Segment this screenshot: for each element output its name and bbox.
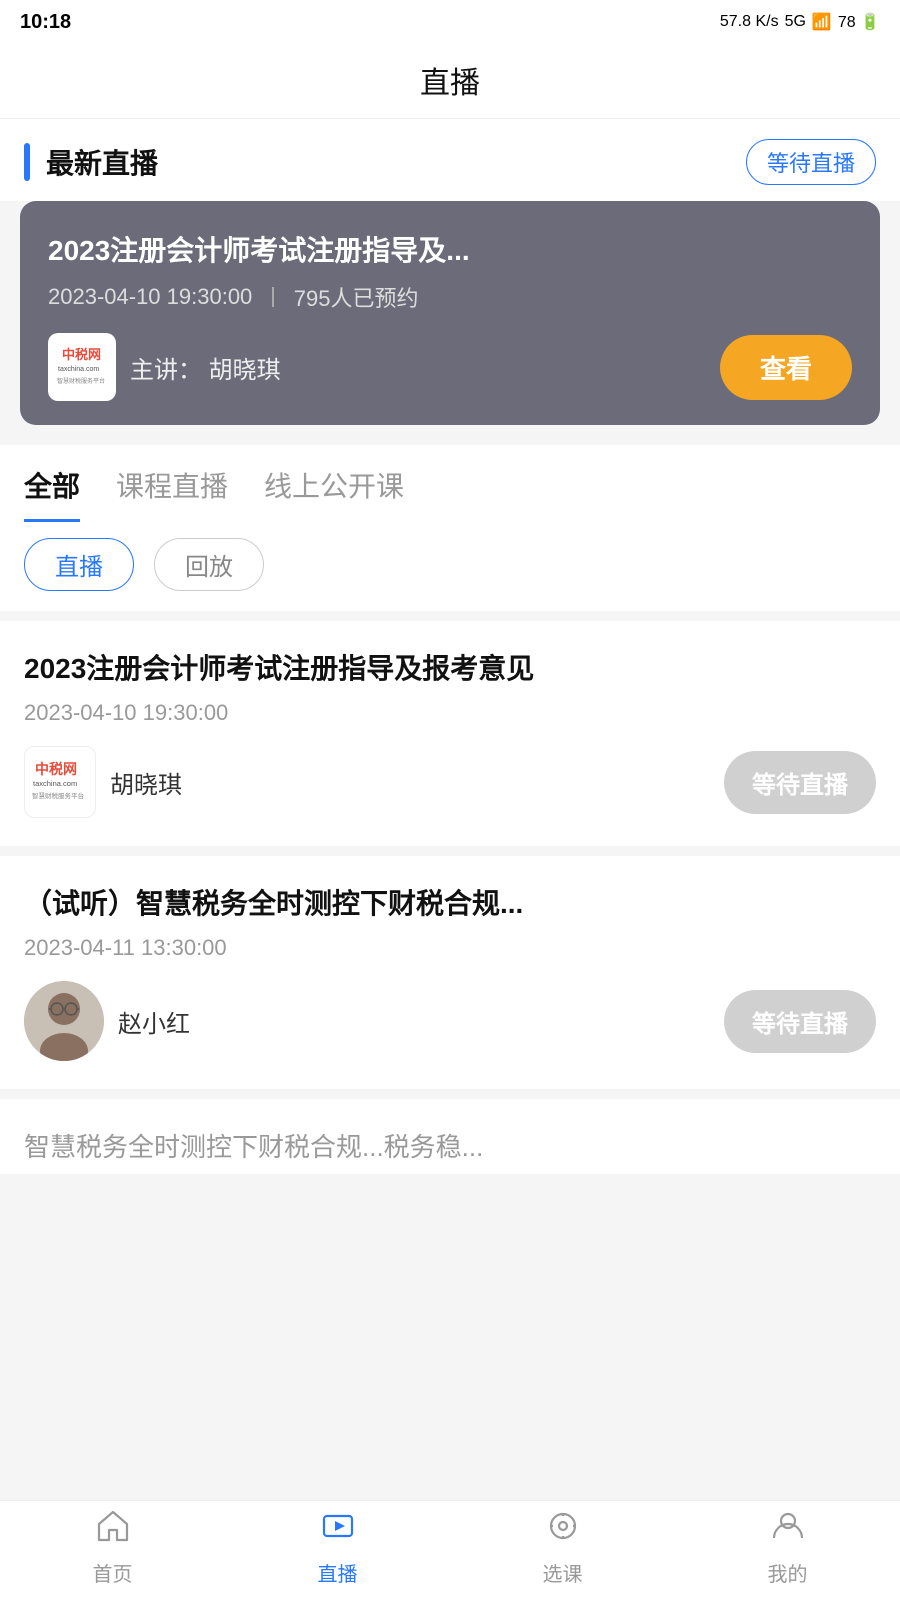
meta-divider <box>272 287 274 307</box>
list-item-1-logo: 中税网 taxchina.com 智慧财税服务平台 <box>24 746 96 818</box>
nav-item-home[interactable]: 首页 <box>0 1508 225 1587</box>
filter-live-button[interactable]: 直播 <box>24 538 134 591</box>
filter-replay-button[interactable]: 回放 <box>154 538 264 591</box>
home-icon <box>95 1508 131 1552</box>
tab-all[interactable]: 全部 <box>24 465 80 522</box>
page-title-bar: 直播 <box>0 44 900 119</box>
list-item-1-time: 2023-04-10 19:30:00 <box>24 700 876 726</box>
list-item-2-avatar <box>24 981 104 1061</box>
profile-icon <box>770 1508 806 1552</box>
svg-text:taxchina.com: taxchina.com <box>33 779 77 788</box>
featured-logo: 中税网 taxchina.com 智慧财税服务平台 <box>48 333 116 401</box>
tab-online-open[interactable]: 线上公开课 <box>264 465 404 522</box>
nav-label-profile: 我的 <box>768 1558 808 1587</box>
status-icons: 57.8 K/s 5G 📶 78 🔋 <box>720 12 880 32</box>
featured-card-title: 2023注册会计师考试注册指导及... <box>48 229 852 269</box>
nav-label-home: 首页 <box>93 1558 133 1587</box>
section-header: 最新直播 等待直播 <box>0 119 900 201</box>
waiting-badge-button[interactable]: 等待直播 <box>746 139 876 185</box>
partial-card: 智慧税务全时测控下财税合规...税务稳... <box>0 1099 900 1174</box>
page-title: 直播 <box>420 67 480 100</box>
signal-icon: 57.8 K/s <box>720 13 779 31</box>
category-tabs: 全部 课程直播 线上公开课 <box>0 445 900 522</box>
filter-row: 直播 回放 <box>0 522 900 611</box>
featured-card-meta: 2023-04-10 19:30:00 795人已预约 <box>48 281 852 313</box>
svg-text:智慧财税服务平台: 智慧财税服务平台 <box>57 377 105 385</box>
svg-text:智慧财税服务平台: 智慧财税服务平台 <box>32 791 84 800</box>
svg-text:中税网: 中税网 <box>35 761 77 777</box>
list-item-1-instructor: 中税网 taxchina.com 智慧财税服务平台 胡晓琪 <box>24 746 182 818</box>
featured-card-bottom: 中税网 taxchina.com 智慧财税服务平台 主讲： 胡晓琪 查看 <box>48 333 852 401</box>
nav-label-course: 选课 <box>543 1558 583 1587</box>
status-bar: 10:18 57.8 K/s 5G 📶 78 🔋 <box>0 0 900 44</box>
partial-title: 智慧税务全时测控下财税合规...税务稳... <box>24 1127 876 1164</box>
list-item-2-bottom: 赵小红 等待直播 <box>24 981 876 1061</box>
live-icon <box>320 1508 356 1552</box>
instructor-name: 胡晓琪 <box>209 357 281 384</box>
nav-item-live[interactable]: 直播 <box>225 1508 450 1587</box>
svg-text:taxchina.com: taxchina.com <box>58 366 99 373</box>
list-item-1: 2023注册会计师考试注册指导及报考意见 2023-04-10 19:30:00… <box>0 621 900 846</box>
course-icon <box>545 1508 581 1552</box>
bottom-nav: 首页 直播 选课 <box>0 1500 900 1600</box>
nav-item-profile[interactable]: 我的 <box>675 1508 900 1587</box>
svg-text:中税网: 中税网 <box>62 347 101 362</box>
list-item-2-name: 赵小红 <box>118 1004 190 1039</box>
nav-label-live: 直播 <box>318 1558 358 1587</box>
nav-item-course[interactable]: 选课 <box>450 1508 675 1587</box>
list-item-1-name: 胡晓琪 <box>110 765 182 800</box>
instructor-label: 主讲： 胡晓琪 <box>130 350 281 385</box>
section-title: 最新直播 <box>46 142 730 182</box>
network-icon: 5G <box>785 13 806 31</box>
view-button[interactable]: 查看 <box>720 335 852 400</box>
logo-inner: 中税网 taxchina.com 智慧财税服务平台 <box>54 337 110 397</box>
featured-subscribed: 795人已预约 <box>294 281 419 313</box>
list-item-2-instructor: 赵小红 <box>24 981 190 1061</box>
list-item-2: （试听）智慧税务全时测控下财税合规... 2023-04-11 13:30:00 <box>0 856 900 1089</box>
section-accent <box>24 143 30 181</box>
list-item-1-bottom: 中税网 taxchina.com 智慧财税服务平台 胡晓琪 等待直播 <box>24 746 876 818</box>
list-item-2-time: 2023-04-11 13:30:00 <box>24 935 876 961</box>
featured-card: 2023注册会计师考试注册指导及... 2023-04-10 19:30:00 … <box>20 201 880 425</box>
list-logo-svg-1: 中税网 taxchina.com 智慧财税服务平台 <box>30 752 90 812</box>
list-item-1-title: 2023注册会计师考试注册指导及报考意见 <box>24 649 876 688</box>
list-item-2-status-button[interactable]: 等待直播 <box>724 990 876 1053</box>
avatar-svg-2 <box>24 981 104 1061</box>
list-item-2-title: （试听）智慧税务全时测控下财税合规... <box>24 884 876 923</box>
featured-date: 2023-04-10 19:30:00 <box>48 284 252 310</box>
taxchina-logo-svg: 中税网 taxchina.com 智慧财税服务平台 <box>54 337 110 393</box>
tab-course-live[interactable]: 课程直播 <box>116 465 228 522</box>
status-time: 10:18 <box>20 11 71 34</box>
list-item-1-status-button[interactable]: 等待直播 <box>724 751 876 814</box>
instructor-info: 中税网 taxchina.com 智慧财税服务平台 主讲： 胡晓琪 <box>48 333 281 401</box>
instructor-prefix: 主讲： <box>130 357 202 384</box>
main-content: 最新直播 等待直播 2023注册会计师考试注册指导及... 2023-04-10… <box>0 119 900 1284</box>
wifi-icon: 📶 <box>812 12 832 32</box>
battery-icon: 78 🔋 <box>838 12 880 32</box>
